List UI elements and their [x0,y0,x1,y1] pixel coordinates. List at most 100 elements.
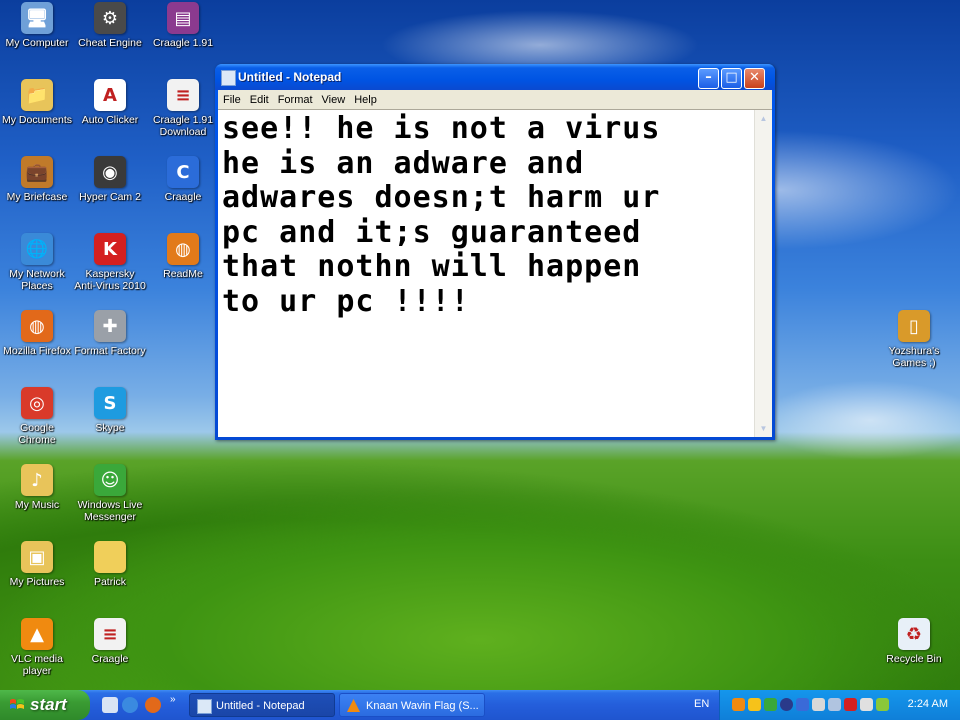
desktop-icon-readme[interactable]: ◍ ReadMe [146,233,220,280]
desktop-icon-skype[interactable]: S Skype [73,387,147,434]
desktop-icon-craagle-download[interactable]: ≡ Craagle 1.91 Download [146,79,220,138]
desktop-icon-chrome[interactable]: ◎ Google Chrome [0,387,74,446]
desktop-icon-auto-clicker[interactable]: A Auto Clicker [73,79,147,126]
menu-edit[interactable]: Edit [245,91,273,106]
desktop-icon-network-places[interactable]: 🌐 My Network Places [0,233,74,292]
menu-bar: File Edit Format View Help [218,90,772,109]
start-button[interactable]: start [0,690,90,720]
desktop-icon-cheat-engine[interactable]: ⚙ Cheat Engine [73,2,147,49]
menu-view[interactable]: View [317,91,350,106]
desktop-icon-label: Recycle Bin [886,653,942,665]
desktop-icon-my-music[interactable]: ♪ My Music [0,464,74,511]
windows-flag-icon [10,699,24,709]
vlc-task-icon [347,699,360,712]
desktop-icon-my-computer[interactable]: 🖥 My Computer [0,2,74,49]
desktop-icon-label: My Documents [1,114,73,126]
desktop-icon-my-briefcase[interactable]: 💼 My Briefcase [0,156,74,203]
desktop-icon-craagle-191[interactable]: ▤ Craagle 1.91 [146,2,220,49]
tray-icon[interactable] [780,698,793,711]
editor-content[interactable]: see!! he is not a virus he is an adware … [222,111,752,320]
text-editor[interactable]: see!! he is not a virus he is an adware … [218,109,772,437]
tray-icon[interactable] [876,698,889,711]
minimize-icon: – [705,70,712,85]
tray-icon[interactable] [860,698,873,711]
desktop-icon-label: Yozshura's Games ;) [888,345,940,369]
winrar-archive-icon: ▤ [167,2,199,34]
desktop-icon-label: Craagle [164,191,202,203]
scroll-up-icon[interactable]: ▲ [755,110,772,127]
desktop-icon-label: Craagle 1.91 [152,37,214,49]
desktop-icon-firefox[interactable]: ◍ Mozilla Firefox [0,310,74,357]
hypercam-icon: ◉ [94,156,126,188]
title-bar[interactable]: Untitled - Notepad – □ ✕ [215,64,775,90]
window-title: Untitled - Notepad [238,70,342,84]
chrome-icon: ◎ [21,387,53,419]
tray-icon[interactable] [828,698,841,711]
language-indicator[interactable]: EN [694,698,709,710]
maximize-button[interactable]: □ [721,68,742,89]
clock[interactable]: 2:24 AM [908,698,948,710]
desktop-icon-label: Kaspersky Anti-Virus 2010 [74,268,146,292]
craagle-icon: C [167,156,199,188]
vlc-tray-icon[interactable] [732,698,745,711]
desktop-icon-label: VLC media player [11,653,63,677]
desktop-icon-craagle-doc[interactable]: ≡ Craagle [73,618,147,665]
notepad-task-icon [197,699,212,714]
desktop-icon-yozshura[interactable]: ▯ Yozshura's Games ;) [877,310,951,369]
desktop-icon-vlc[interactable]: ▲ VLC media player [0,618,74,677]
internet-explorer-icon[interactable] [122,697,138,713]
task-notepad[interactable]: Untitled - Notepad [189,693,335,717]
kaspersky-tray-icon[interactable] [844,698,857,711]
briefcase-icon: 💼 [21,156,53,188]
desktop-icon-label: Google Chrome [18,422,56,446]
show-desktop-icon[interactable] [102,697,118,713]
skype-icon: S [94,387,126,419]
minimize-button[interactable]: – [698,68,719,89]
task-vlc[interactable]: Knaan Wavin Flag (S... [339,693,485,717]
menu-file[interactable]: File [218,91,245,106]
text-document-icon: ≡ [94,618,126,650]
close-button[interactable]: ✕ [744,68,765,89]
scroll-down-icon[interactable]: ▼ [755,420,772,437]
text-document-icon: ≡ [167,79,199,111]
firefox-icon[interactable] [145,697,161,713]
quicklaunch-chevron-icon[interactable]: » [170,694,176,705]
close-icon: ✕ [749,70,760,85]
desktop-icon-label: Windows Live Messenger [77,499,143,523]
desktop-icon-label: My Pictures [9,576,65,588]
recycle-bin-icon: ♻ [898,618,930,650]
folder-documents-icon: 📁 [21,79,53,111]
desktop-icon-kaspersky[interactable]: K Kaspersky Anti-Virus 2010 [73,233,147,292]
desktop-icon-label: Mozilla Firefox [3,345,71,357]
menu-help[interactable]: Help [349,91,381,106]
desktop-icon-my-pictures[interactable]: ▣ My Pictures [0,541,74,588]
desktop-icon-label: My Briefcase [6,191,68,203]
desktop-icon-label: Hyper Cam 2 [79,191,141,203]
desktop-icon-recycle-bin[interactable]: ♻ Recycle Bin [877,618,951,665]
menu-format[interactable]: Format [273,91,317,106]
desktop-icon-label: Cheat Engine [78,37,142,49]
network-globe-icon: 🌐 [21,233,53,265]
task-label: Untitled - Notepad [216,700,305,712]
tray-icon[interactable] [796,698,809,711]
desktop-icon-hypercam[interactable]: ◉ Hyper Cam 2 [73,156,147,203]
task-label: Knaan Wavin Flag (S... [366,700,479,712]
messenger-tray-icon[interactable] [764,698,777,711]
desktop-icon-craagle[interactable]: C Craagle [146,156,220,203]
system-tray: 2:24 AM [719,690,960,720]
desktop-icon-label: Patrick [93,576,127,588]
cheat-engine-icon: ⚙ [94,2,126,34]
folder-music-icon: ♪ [21,464,53,496]
desktop-icon-patrick[interactable]: Patrick [73,541,147,588]
desktop-icon-my-documents[interactable]: 📁 My Documents [0,79,74,126]
vertical-scrollbar[interactable]: ▲ ▼ [754,110,772,437]
volume-icon[interactable] [812,698,825,711]
desktop-icon-label: Format Factory [74,345,146,357]
desktop-icon-format-factory[interactable]: ✚ Format Factory [73,310,147,357]
desktop-icon-live-messenger[interactable]: ☺ Windows Live Messenger [73,464,147,523]
desktop-icon-label: My Computer [5,37,69,49]
tray-icon[interactable] [748,698,761,711]
maximize-icon: □ [725,70,738,85]
notepad-icon [221,70,236,86]
desktop-icon-label: Auto Clicker [81,114,139,126]
